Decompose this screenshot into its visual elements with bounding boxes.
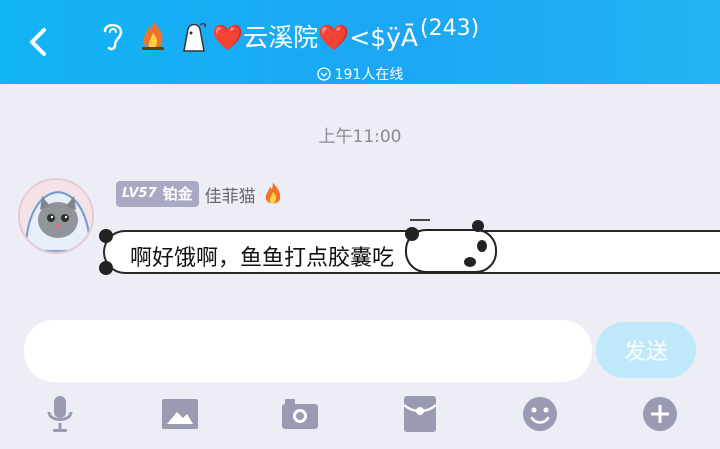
panda-icon (405, 219, 497, 273)
online-count: 191人在线 (334, 67, 404, 83)
input-toolbar (0, 392, 720, 442)
sender-nickname[interactable]: 佳菲猫 (205, 182, 256, 207)
message-text: 啊好饿啊，鱼鱼打点胶囊吃 (130, 246, 395, 271)
fire-icon (265, 182, 280, 204)
send-button[interactable]: 发送 (596, 322, 696, 378)
level-badge: LV57 铂金 (116, 181, 199, 207)
sender-info: LV57 铂金 佳菲猫 (116, 181, 284, 207)
image-icon[interactable] (158, 392, 202, 436)
group-title[interactable]: ❤️云溪院❤️<$ÿĀ (243) (100, 14, 479, 58)
back-icon[interactable] (22, 22, 54, 62)
camera-icon[interactable] (278, 392, 322, 436)
message-input[interactable] (24, 320, 592, 382)
ghost-icon (183, 22, 206, 52)
message-timestamp: 上午11:00 (318, 127, 402, 147)
emoji-icon[interactable] (518, 392, 562, 436)
avatar[interactable] (18, 178, 94, 254)
chat-header: ❤️云溪院❤️<$ÿĀ (243) 191人在线 (0, 0, 720, 84)
fire-icon (142, 21, 164, 50)
online-status[interactable]: 191人在线 (0, 64, 720, 84)
plus-icon[interactable] (638, 392, 682, 436)
red-packet-icon[interactable] (398, 392, 442, 436)
cat-avatar-image (20, 180, 92, 252)
chevron-down-icon (316, 67, 331, 81)
ear-icon[interactable] (100, 19, 126, 53)
panda-bubble-decoration-icon (99, 229, 113, 275)
group-name: ❤️云溪院❤️<$ÿĀ (212, 23, 419, 52)
microphone-icon[interactable] (38, 392, 82, 436)
member-count: (243) (420, 15, 480, 41)
